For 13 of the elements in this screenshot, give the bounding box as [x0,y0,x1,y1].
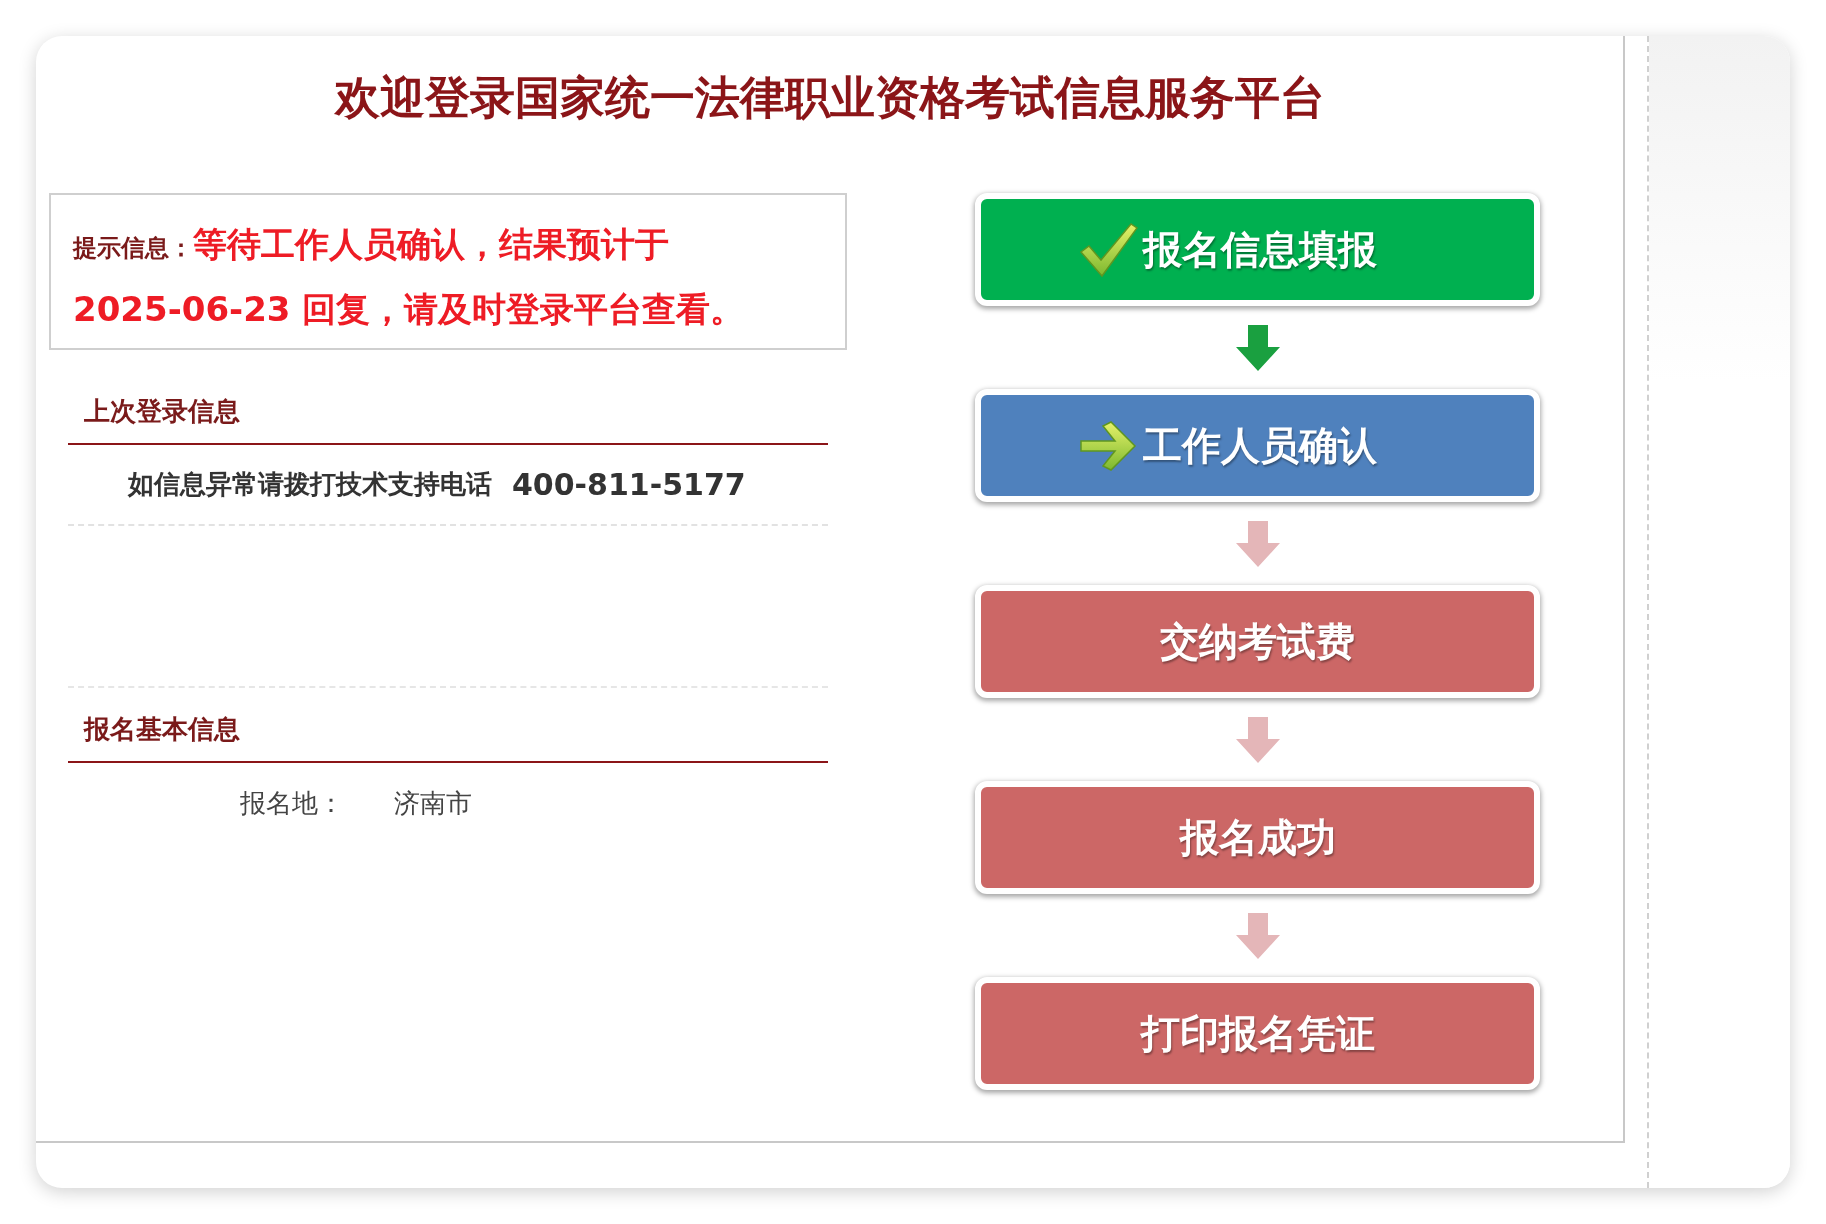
field-label: 报名地： [239,787,345,820]
down-arrow-icon [1235,324,1280,371]
down-arrow-icon [1235,716,1280,763]
notice-text: 提示信息：等待工作人员确认，结果预计于 2025-06-23 回复，请及时登录平台查看。 [73,223,746,331]
page-title: 欢迎登录国家统一法律职业资格考试信息服务平台 [333,70,1326,126]
down-arrow-icon [1235,520,1280,567]
support-text: 如信息异常请拨打技术支持电话 [126,468,492,501]
phone-number: 400-811-5177 [512,467,746,502]
section-heading: 报名基本信息 [82,713,240,746]
check-icon [1078,221,1139,278]
section-heading: 上次登录信息 [83,395,240,428]
field-value: 济南市 [394,787,472,820]
down-arrow-icon [1235,912,1280,959]
